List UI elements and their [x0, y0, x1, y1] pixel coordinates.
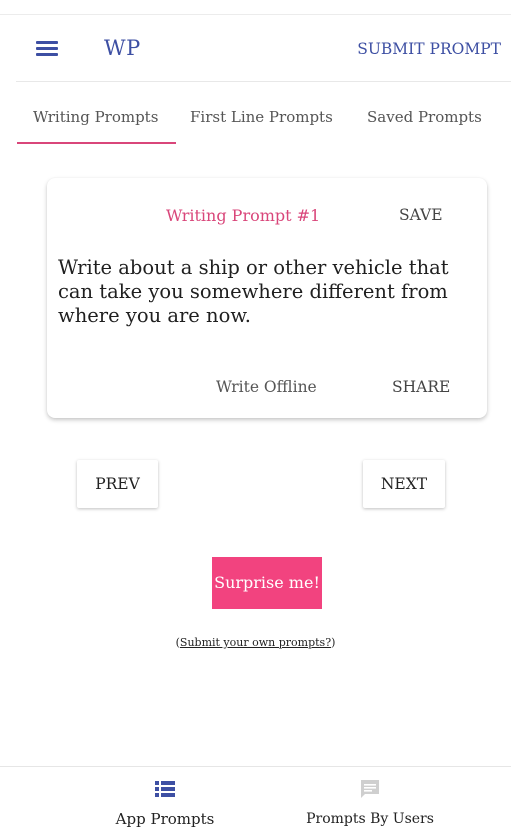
hamburger-menu-icon[interactable] [36, 41, 60, 57]
prompt-card: Writing Prompt #1 SAVE Write about a shi… [47, 178, 487, 418]
submit-prompt-button[interactable]: SUBMIT PROMPT [357, 40, 501, 58]
bottom-nav-prompts-by-users[interactable]: Prompts By Users [280, 778, 460, 827]
app-title: WP [104, 36, 141, 60]
active-tab-indicator [17, 142, 176, 144]
message-icon [361, 780, 379, 798]
tab-writing-prompts[interactable]: Writing Prompts [33, 108, 158, 126]
bottom-nav-app-prompts[interactable]: App Prompts [75, 778, 255, 828]
prev-button[interactable]: PREV [77, 460, 158, 508]
save-button[interactable]: SAVE [399, 206, 443, 224]
prompt-title: Writing Prompt #1 [166, 206, 321, 225]
bottom-nav-divider [0, 766, 511, 767]
next-button[interactable]: NEXT [363, 460, 445, 508]
app-bar: WP SUBMIT PROMPT [0, 15, 511, 81]
app-bar-divider [16, 81, 511, 82]
tab-bar: Writing Prompts First Line Prompts Saved… [0, 96, 511, 148]
bottom-nav-label: App Prompts [115, 810, 215, 828]
write-offline-button[interactable]: Write Offline [216, 378, 317, 396]
prompt-text: Write about a ship or other vehicle that… [58, 256, 449, 327]
close-paren: ) [331, 636, 336, 649]
submit-own-prompts-link[interactable]: (Submit your own prompts?) [0, 636, 511, 649]
tab-first-line-prompts[interactable]: First Line Prompts [190, 108, 333, 126]
submit-own-prompts-text[interactable]: Submit your own prompts? [180, 636, 331, 649]
share-button[interactable]: SHARE [392, 378, 450, 396]
list-icon [155, 781, 175, 797]
tab-saved-prompts[interactable]: Saved Prompts [367, 108, 482, 126]
surprise-me-button[interactable]: Surprise me! [212, 557, 322, 609]
bottom-nav-label: Prompts By Users [306, 811, 434, 827]
